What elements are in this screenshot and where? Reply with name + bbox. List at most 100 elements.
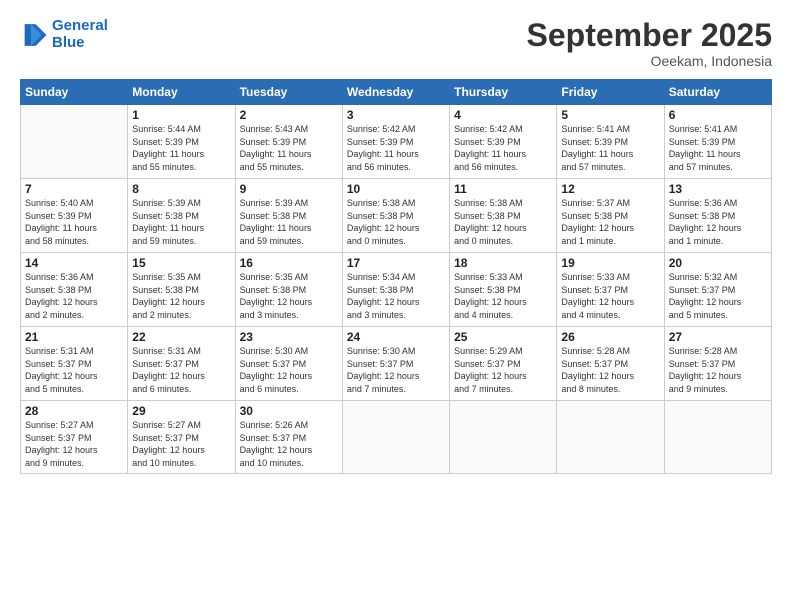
cell-content: Sunrise: 5:41 AMSunset: 5:39 PMDaylight:… [669,123,767,173]
day-number: 21 [25,330,123,344]
day-number: 14 [25,256,123,270]
cell-content: Sunrise: 5:35 AMSunset: 5:38 PMDaylight:… [132,271,230,321]
day-number: 25 [454,330,552,344]
day-number: 4 [454,108,552,122]
col-thursday: Thursday [450,80,557,105]
day-number: 13 [669,182,767,196]
day-number: 16 [240,256,338,270]
table-row: 10Sunrise: 5:38 AMSunset: 5:38 PMDayligh… [342,179,449,253]
day-number: 11 [454,182,552,196]
table-row [557,401,664,473]
cell-content: Sunrise: 5:42 AMSunset: 5:39 PMDaylight:… [347,123,445,173]
cell-content: Sunrise: 5:31 AMSunset: 5:37 PMDaylight:… [132,345,230,395]
table-row: 23Sunrise: 5:30 AMSunset: 5:37 PMDayligh… [235,327,342,401]
calendar-row: 7Sunrise: 5:40 AMSunset: 5:39 PMDaylight… [21,179,772,253]
logo-icon [20,21,48,49]
cell-content: Sunrise: 5:33 AMSunset: 5:38 PMDaylight:… [454,271,552,321]
cell-content: Sunrise: 5:35 AMSunset: 5:38 PMDaylight:… [240,271,338,321]
day-number: 23 [240,330,338,344]
calendar-table: Sunday Monday Tuesday Wednesday Thursday… [20,79,772,473]
table-row: 25Sunrise: 5:29 AMSunset: 5:37 PMDayligh… [450,327,557,401]
day-number: 6 [669,108,767,122]
table-row: 28Sunrise: 5:27 AMSunset: 5:37 PMDayligh… [21,401,128,473]
cell-content: Sunrise: 5:29 AMSunset: 5:37 PMDaylight:… [454,345,552,395]
col-monday: Monday [128,80,235,105]
cell-content: Sunrise: 5:42 AMSunset: 5:39 PMDaylight:… [454,123,552,173]
day-number: 18 [454,256,552,270]
cell-content: Sunrise: 5:44 AMSunset: 5:39 PMDaylight:… [132,123,230,173]
table-row [342,401,449,473]
cell-content: Sunrise: 5:28 AMSunset: 5:37 PMDaylight:… [561,345,659,395]
table-row: 29Sunrise: 5:27 AMSunset: 5:37 PMDayligh… [128,401,235,473]
table-row: 7Sunrise: 5:40 AMSunset: 5:39 PMDaylight… [21,179,128,253]
cell-content: Sunrise: 5:40 AMSunset: 5:39 PMDaylight:… [25,197,123,247]
cell-content: Sunrise: 5:38 AMSunset: 5:38 PMDaylight:… [347,197,445,247]
cell-content: Sunrise: 5:33 AMSunset: 5:37 PMDaylight:… [561,271,659,321]
table-row: 22Sunrise: 5:31 AMSunset: 5:37 PMDayligh… [128,327,235,401]
table-row: 17Sunrise: 5:34 AMSunset: 5:38 PMDayligh… [342,253,449,327]
day-number: 24 [347,330,445,344]
calendar-row: 28Sunrise: 5:27 AMSunset: 5:37 PMDayligh… [21,401,772,473]
header: General Blue September 2025 Oeekam, Indo… [20,18,772,69]
table-row: 18Sunrise: 5:33 AMSunset: 5:38 PMDayligh… [450,253,557,327]
table-row: 16Sunrise: 5:35 AMSunset: 5:38 PMDayligh… [235,253,342,327]
table-row: 5Sunrise: 5:41 AMSunset: 5:39 PMDaylight… [557,105,664,179]
cell-content: Sunrise: 5:30 AMSunset: 5:37 PMDaylight:… [240,345,338,395]
day-number: 12 [561,182,659,196]
cell-content: Sunrise: 5:39 AMSunset: 5:38 PMDaylight:… [132,197,230,247]
cell-content: Sunrise: 5:34 AMSunset: 5:38 PMDaylight:… [347,271,445,321]
table-row: 9Sunrise: 5:39 AMSunset: 5:38 PMDaylight… [235,179,342,253]
page: General Blue September 2025 Oeekam, Indo… [0,0,792,612]
col-tuesday: Tuesday [235,80,342,105]
table-row: 30Sunrise: 5:26 AMSunset: 5:37 PMDayligh… [235,401,342,473]
title-block: September 2025 Oeekam, Indonesia [527,18,772,69]
day-number: 19 [561,256,659,270]
table-row: 13Sunrise: 5:36 AMSunset: 5:38 PMDayligh… [664,179,771,253]
table-row: 19Sunrise: 5:33 AMSunset: 5:37 PMDayligh… [557,253,664,327]
table-row [664,401,771,473]
month-title: September 2025 [527,18,772,53]
col-sunday: Sunday [21,80,128,105]
cell-content: Sunrise: 5:43 AMSunset: 5:39 PMDaylight:… [240,123,338,173]
logo-text: General Blue [52,18,108,51]
cell-content: Sunrise: 5:41 AMSunset: 5:39 PMDaylight:… [561,123,659,173]
cell-content: Sunrise: 5:32 AMSunset: 5:37 PMDaylight:… [669,271,767,321]
day-number: 7 [25,182,123,196]
day-number: 27 [669,330,767,344]
cell-content: Sunrise: 5:36 AMSunset: 5:38 PMDaylight:… [25,271,123,321]
table-row: 11Sunrise: 5:38 AMSunset: 5:38 PMDayligh… [450,179,557,253]
cell-content: Sunrise: 5:27 AMSunset: 5:37 PMDaylight:… [25,419,123,469]
table-row: 21Sunrise: 5:31 AMSunset: 5:37 PMDayligh… [21,327,128,401]
day-number: 20 [669,256,767,270]
day-number: 8 [132,182,230,196]
day-number: 5 [561,108,659,122]
location-subtitle: Oeekam, Indonesia [527,53,772,69]
day-number: 10 [347,182,445,196]
logo: General Blue [20,18,108,51]
table-row: 26Sunrise: 5:28 AMSunset: 5:37 PMDayligh… [557,327,664,401]
table-row: 24Sunrise: 5:30 AMSunset: 5:37 PMDayligh… [342,327,449,401]
table-row [450,401,557,473]
cell-content: Sunrise: 5:39 AMSunset: 5:38 PMDaylight:… [240,197,338,247]
day-number: 1 [132,108,230,122]
day-number: 9 [240,182,338,196]
table-row: 8Sunrise: 5:39 AMSunset: 5:38 PMDaylight… [128,179,235,253]
cell-content: Sunrise: 5:28 AMSunset: 5:37 PMDaylight:… [669,345,767,395]
day-number: 22 [132,330,230,344]
cell-content: Sunrise: 5:27 AMSunset: 5:37 PMDaylight:… [132,419,230,469]
table-row: 15Sunrise: 5:35 AMSunset: 5:38 PMDayligh… [128,253,235,327]
table-row: 27Sunrise: 5:28 AMSunset: 5:37 PMDayligh… [664,327,771,401]
cell-content: Sunrise: 5:37 AMSunset: 5:38 PMDaylight:… [561,197,659,247]
day-number: 3 [347,108,445,122]
col-wednesday: Wednesday [342,80,449,105]
day-number: 28 [25,404,123,418]
calendar-row: 14Sunrise: 5:36 AMSunset: 5:38 PMDayligh… [21,253,772,327]
calendar-header-row: Sunday Monday Tuesday Wednesday Thursday… [21,80,772,105]
day-number: 29 [132,404,230,418]
table-row: 12Sunrise: 5:37 AMSunset: 5:38 PMDayligh… [557,179,664,253]
day-number: 15 [132,256,230,270]
day-number: 30 [240,404,338,418]
table-row: 6Sunrise: 5:41 AMSunset: 5:39 PMDaylight… [664,105,771,179]
table-row: 20Sunrise: 5:32 AMSunset: 5:37 PMDayligh… [664,253,771,327]
table-row: 4Sunrise: 5:42 AMSunset: 5:39 PMDaylight… [450,105,557,179]
